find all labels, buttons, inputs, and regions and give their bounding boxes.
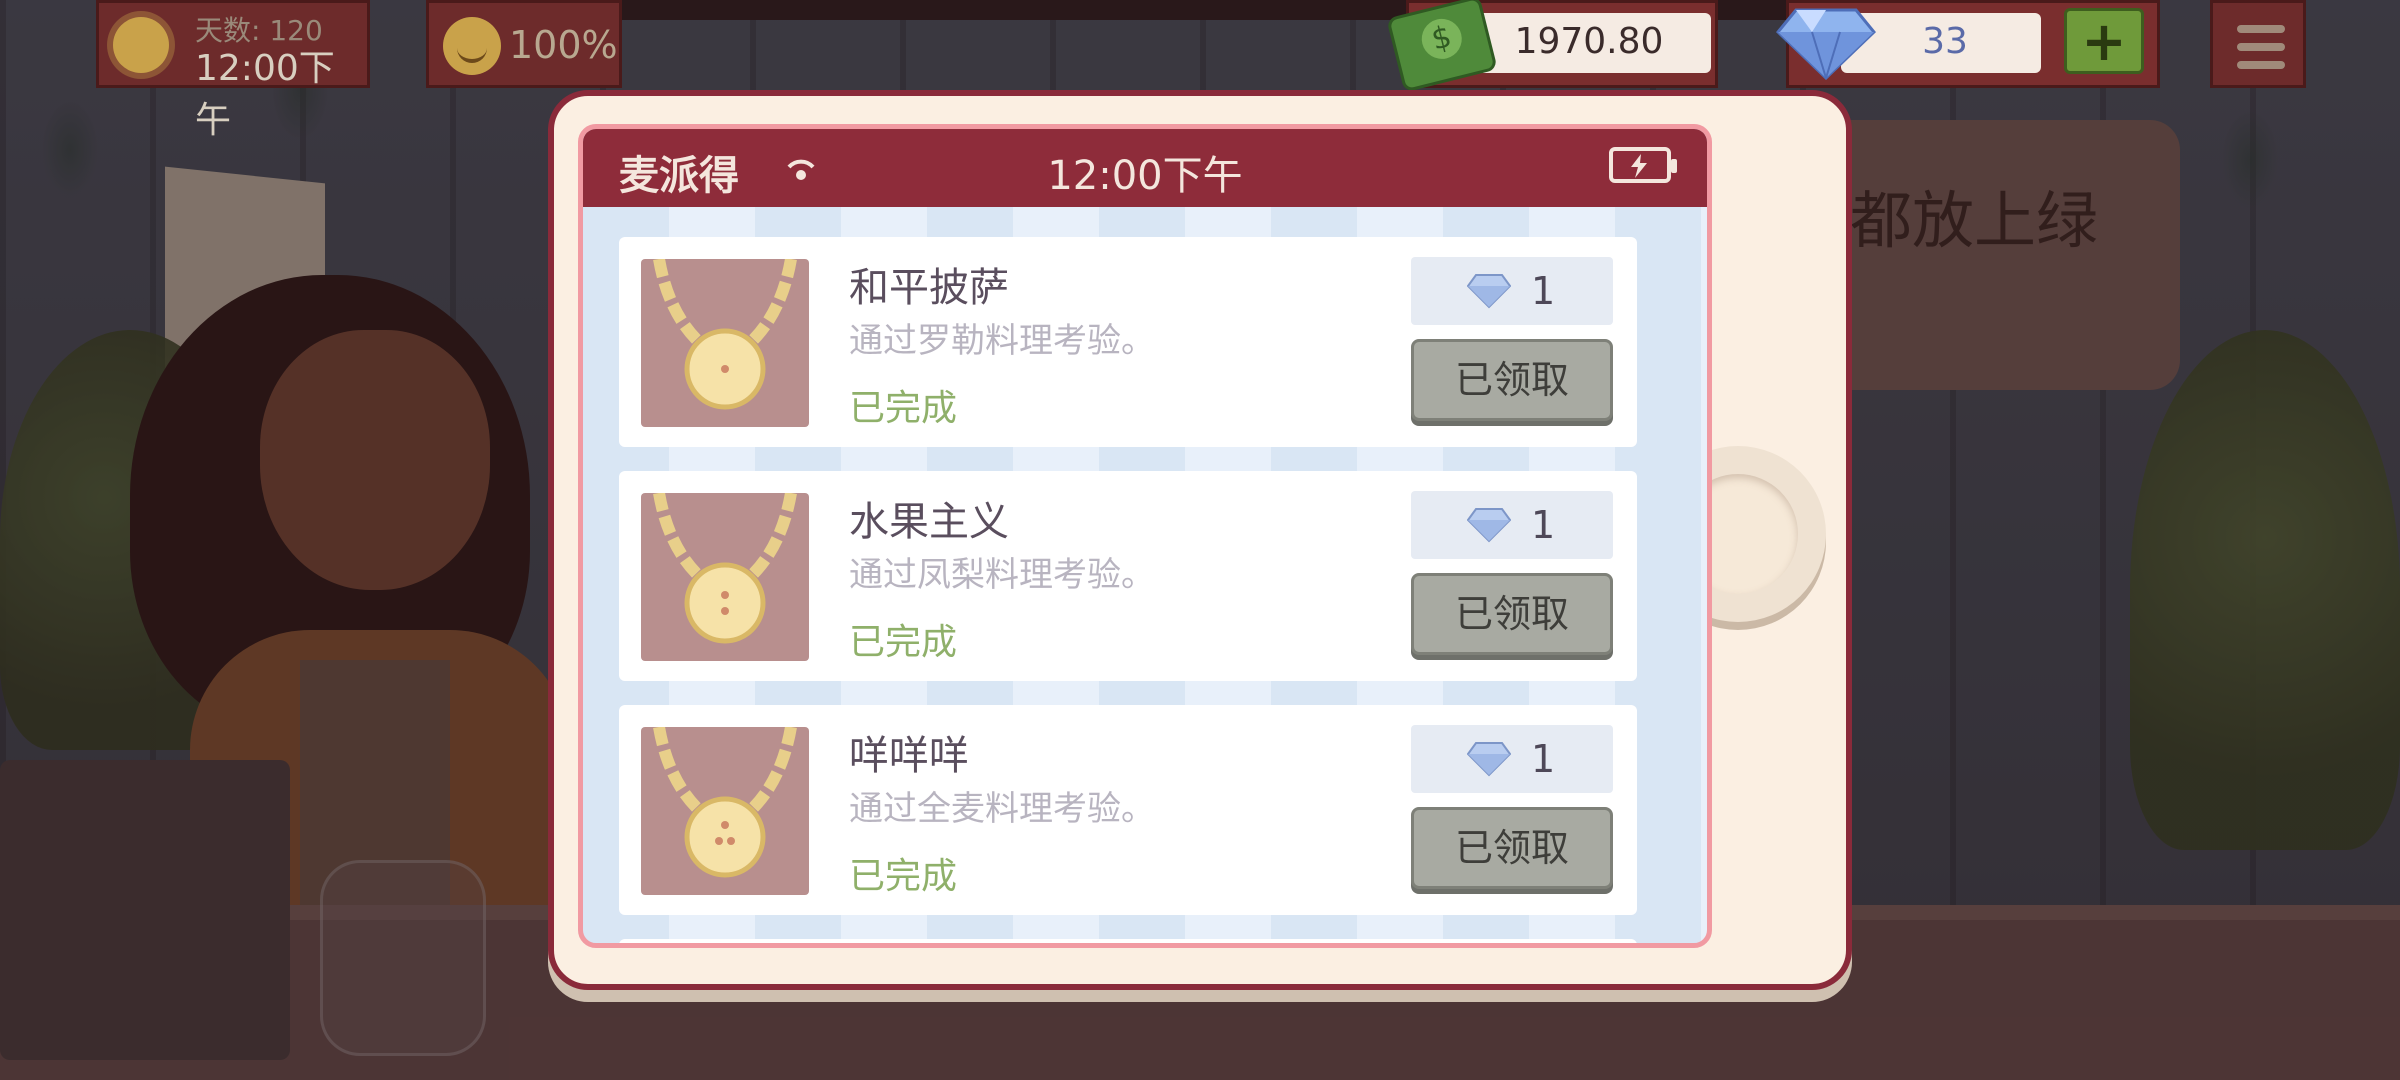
medallion-necklace-icon [641,727,809,895]
diamond-icon [1467,274,1511,309]
claimed-button[interactable]: 已领取 [1411,573,1613,655]
medallion-necklace-icon [641,259,809,427]
achievement-card: 水果主义 通过凤梨料理考验。 已完成 1 已领取 [619,471,1637,681]
achievement-title: 水果主义 [849,499,1009,545]
achievement-title: 和平披萨 [849,265,1009,311]
day-time-panel: 天数: 120 12:00下午 [96,0,370,141]
reward-amount: 1 [1531,269,1556,313]
hamburger-menu-icon[interactable] [2210,0,2306,88]
claimed-button[interactable]: 已领取 [1411,339,1613,421]
diamond-icon [1467,508,1511,543]
sun-icon [113,17,169,73]
menu-line [2237,25,2285,33]
game-time: 12:00下午 [195,48,335,141]
money-value: 1970.80 [1514,21,1664,62]
achievement-status: 已完成 [849,388,958,429]
achievement-list[interactable]: 和平披萨 通过罗勒料理考验。 已完成 1 已领取 水果主义 通过凤梨料理考验。 … [619,237,1637,943]
reward-amount: 1 [1531,503,1556,547]
achievement-description: 通过全麦料理考验。 [849,789,1155,829]
menu-line [2237,43,2285,51]
battery-charging-icon [1609,147,1677,183]
smiley-icon [443,17,501,75]
mood-panel: 100% [426,0,622,88]
add-gems-button[interactable]: + [2064,8,2144,74]
next-achievement-card-partial [619,939,1637,943]
reward-box: 1 [1411,725,1613,793]
achievement-card: 咩咩咩 通过全麦料理考验。 已完成 1 已领取 [619,705,1637,915]
mood-value: 100% [509,23,618,67]
menu-line [2237,61,2285,69]
achievement-status: 已完成 [849,622,958,663]
phone-screen: 麦派得 12:00下午 和平披萨 通过罗勒料理考验。 已完成 1 已领取 水果主… [578,124,1712,948]
diamond-icon [1467,742,1511,777]
achievement-card: 和平披萨 通过罗勒料理考验。 已完成 1 已领取 [619,237,1637,447]
phone-clock: 12:00下午 [1047,153,1243,199]
reward-box: 1 [1411,257,1613,325]
phone-status-bar: 麦派得 12:00下午 [583,129,1707,207]
diamond-icon [1776,8,1876,80]
achievement-description: 通过凤梨料理考验。 [849,555,1155,595]
achievement-description: 通过罗勒料理考验。 [849,321,1155,361]
medallion-necklace-icon [641,493,809,661]
reward-box: 1 [1411,491,1613,559]
achievement-status: 已完成 [849,856,958,897]
reward-amount: 1 [1531,737,1556,781]
claimed-button[interactable]: 已领取 [1411,807,1613,889]
achievement-title: 咩咩咩 [849,733,969,779]
